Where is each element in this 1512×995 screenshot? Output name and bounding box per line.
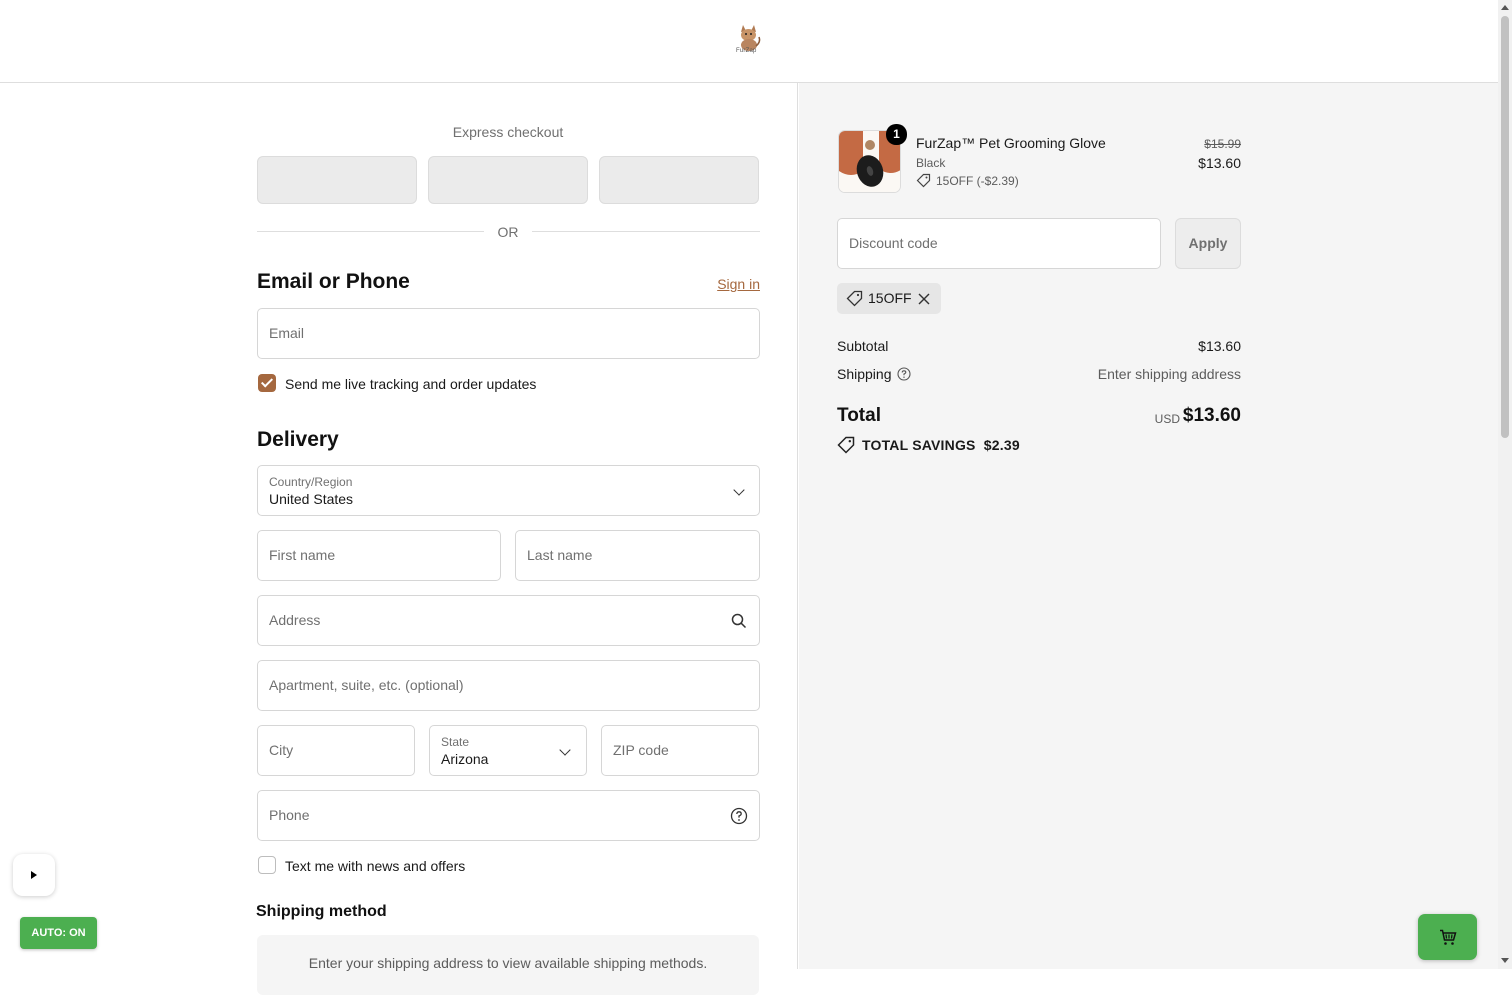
auto-toggle-button[interactable]: AUTO: ON	[20, 917, 97, 949]
discount-code-field[interactable]	[837, 218, 1161, 269]
city-field[interactable]	[257, 725, 415, 776]
currency-code: USD	[1154, 412, 1180, 426]
sign-in-link[interactable]: Sign in	[700, 276, 760, 292]
divider-left	[257, 231, 484, 232]
first-name-input[interactable]	[269, 547, 471, 563]
shipping-value: Enter shipping address	[1097, 366, 1241, 382]
product-name: FurZap™ Pet Grooming Glove	[916, 135, 1106, 151]
scroll-down-arrow[interactable]	[1501, 958, 1509, 963]
price-original: $15.99	[1204, 137, 1241, 151]
help-circle-icon[interactable]	[897, 367, 911, 381]
contact-heading: Email or Phone	[257, 270, 410, 293]
email-field[interactable]	[257, 308, 760, 359]
shipping-label: Shipping	[837, 366, 892, 382]
sms-checkbox-label: Text me with news and offers	[285, 858, 466, 874]
phone-input[interactable]	[269, 807, 730, 823]
express-pay-button-2[interactable]	[428, 156, 588, 204]
discount-code-input[interactable]	[849, 235, 1131, 251]
first-name-field[interactable]	[257, 530, 501, 581]
express-pay-button-3[interactable]	[599, 156, 759, 204]
applied-discount-chip: 15OFF	[837, 283, 941, 314]
tag-icon	[846, 290, 863, 307]
last-name-input[interactable]	[527, 547, 730, 563]
product-discount: 15OFF (-$2.39)	[936, 174, 1019, 188]
chevron-down-icon	[733, 484, 745, 496]
shipping-method-heading: Shipping method	[256, 903, 387, 920]
country-value: United States	[269, 491, 354, 507]
apply-discount-button[interactable]: Apply	[1175, 218, 1241, 269]
email-input[interactable]	[269, 325, 730, 341]
tag-icon	[916, 173, 931, 188]
total-label: Total	[837, 405, 881, 426]
state-select[interactable]: State Arizona	[429, 725, 587, 776]
country-label: Country/Region	[269, 475, 353, 489]
header: FurZap	[0, 0, 1498, 83]
cart-fab-button[interactable]	[1418, 914, 1477, 960]
express-pay-button-1[interactable]	[257, 156, 417, 204]
chevron-down-icon	[559, 744, 571, 756]
or-divider-text: OR	[497, 224, 519, 240]
total-savings-label: TOTAL SAVINGS	[862, 437, 976, 453]
applied-discount-code: 15OFF	[868, 290, 912, 306]
tag-icon	[837, 436, 855, 454]
total-savings: TOTAL SAVINGS $2.39	[862, 437, 1020, 453]
close-icon[interactable]	[918, 293, 930, 305]
country-select[interactable]: Country/Region United States	[257, 465, 760, 516]
zip-field[interactable]	[601, 725, 759, 776]
apartment-input[interactable]	[269, 677, 730, 693]
divider-right	[532, 231, 760, 232]
quantity-badge: 1	[886, 124, 907, 145]
apartment-field[interactable]	[257, 660, 760, 711]
total-value: $13.60	[1182, 405, 1241, 426]
shipping-method-notice-box: Enter your shipping address to view avai…	[257, 935, 759, 995]
zip-input[interactable]	[613, 742, 729, 758]
search-icon[interactable]	[731, 613, 747, 629]
tracking-checkbox-label: Send me live tracking and order updates	[285, 376, 537, 392]
play-icon[interactable]	[13, 854, 55, 896]
total-savings-value: $2.39	[983, 437, 1020, 453]
phone-field[interactable]	[257, 790, 760, 841]
help-circle-icon[interactable]	[730, 807, 748, 825]
scrollbar-thumb[interactable]	[1501, 16, 1509, 438]
page-scrollbar[interactable]	[1498, 0, 1512, 969]
subtotal-label: Subtotal	[837, 338, 889, 354]
tracking-checkbox[interactable]	[258, 374, 276, 392]
cart-icon	[1440, 929, 1457, 945]
order-summary-panel	[799, 83, 1498, 969]
address-input[interactable]	[269, 612, 730, 628]
delivery-heading: Delivery	[257, 428, 339, 451]
subtotal-value: $13.60	[1198, 338, 1241, 354]
last-name-field[interactable]	[515, 530, 760, 581]
sms-checkbox[interactable]	[258, 856, 276, 874]
city-input[interactable]	[269, 742, 385, 758]
state-label: State	[441, 735, 470, 749]
state-value: Arizona	[441, 751, 489, 767]
express-checkout-label: Express checkout	[452, 124, 564, 140]
address-field[interactable]	[257, 595, 760, 646]
price-final: $13.60	[1198, 155, 1241, 171]
scroll-up-arrow[interactable]	[1501, 5, 1509, 10]
logo-text: FurZap	[736, 48, 757, 54]
product-variant: Black	[916, 156, 946, 170]
